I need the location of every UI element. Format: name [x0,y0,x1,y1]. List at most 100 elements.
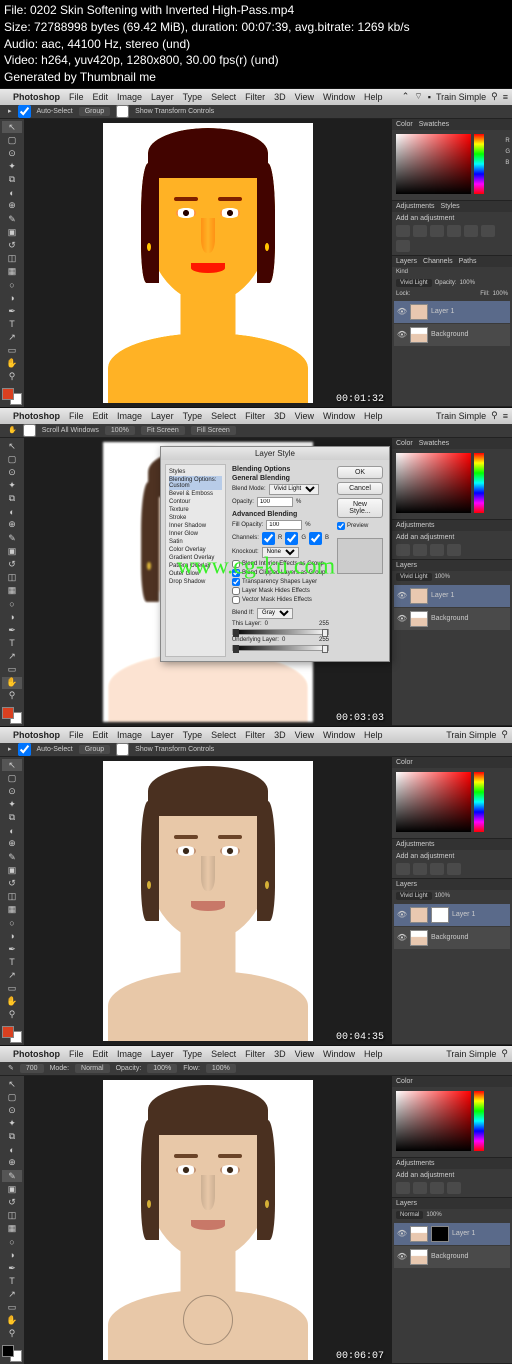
adj-bw-icon[interactable] [396,240,410,252]
opacity-value[interactable]: 100% [435,574,450,580]
gradient-tool[interactable]: ▦ [2,266,22,278]
menu-layer[interactable]: Layer [151,1049,174,1059]
bevel-item[interactable]: Bevel & Emboss [169,490,222,498]
marquee-tool[interactable]: ▢ [2,1091,22,1103]
mode-select[interactable]: Normal [75,1064,110,1073]
crop-tool[interactable]: ⧉ [2,174,22,186]
opacity-value[interactable]: 100% [147,1064,177,1073]
adj-brightness-icon[interactable] [396,225,410,237]
auto-select-check[interactable] [18,105,31,118]
adj-levels-icon[interactable] [413,225,427,237]
adj-icon[interactable] [430,863,444,875]
layer-thumb[interactable] [410,930,428,946]
zoom-tool[interactable]: ⚲ [2,1328,22,1340]
adj-icon[interactable] [413,863,427,875]
knockout-select[interactable]: None [262,547,299,558]
menu-layer[interactable]: Layer [151,730,174,740]
eyedropper-tool[interactable]: ◐ [2,1144,22,1156]
path-tool[interactable]: ↗ [2,1288,22,1300]
hue-slider[interactable] [474,453,484,513]
fill-screen-button[interactable]: Fill Screen [191,426,236,435]
gradient-tool[interactable]: ▦ [2,904,22,916]
eyedropper-tool[interactable]: ◐ [2,825,22,837]
color-swatches[interactable] [2,1026,22,1043]
menu-type[interactable]: Type [183,411,203,421]
menu-icon[interactable]: ≡ [503,92,508,102]
opacity-value[interactable]: 100% [435,893,450,899]
move-tool[interactable]: ↖ [2,1078,22,1090]
pattern-overlay-item[interactable]: Pattern Overlay [169,562,222,570]
tab-swatches[interactable]: Swatches [419,121,449,128]
styles-header[interactable]: Styles [169,468,222,476]
visibility-icon[interactable]: 👁 [397,1229,407,1239]
brush-tool-icon[interactable]: ✎ [8,1064,14,1072]
path-tool[interactable]: ↗ [2,650,22,662]
dodge-tool[interactable]: ◑ [2,1249,22,1261]
stamp-tool[interactable]: ▣ [2,545,22,557]
lasso-tool[interactable]: ⊙ [2,1104,22,1116]
marquee-tool[interactable]: ▢ [2,772,22,784]
new-style-button[interactable]: New Style... [337,498,383,518]
menu-image[interactable]: Image [117,92,142,102]
transparency-shapes-check[interactable] [232,578,240,586]
menu-file[interactable]: File [69,1049,84,1059]
vector-mask-hides-check[interactable] [232,596,240,604]
menu-layer[interactable]: Layer [151,411,174,421]
zoom-100-button[interactable]: 100% [105,426,135,435]
tab-styles[interactable]: Styles [441,203,460,210]
stroke-item[interactable]: Stroke [169,514,222,522]
color-field[interactable] [396,134,471,194]
heal-tool[interactable]: ⊕ [2,200,22,212]
inner-glow-item[interactable]: Inner Glow [169,530,222,538]
layer-row[interactable]: 👁Background [394,1246,510,1268]
type-tool[interactable]: T [2,956,22,968]
menu-view[interactable]: View [295,411,314,421]
path-tool[interactable]: ↗ [2,969,22,981]
brush-tool[interactable]: ✎ [2,1170,22,1182]
tab-layers[interactable]: Layers [396,562,417,569]
wand-tool[interactable]: ✦ [2,798,22,810]
crop-tool[interactable]: ⧉ [2,1131,22,1143]
search-icon[interactable]: ⚲ [491,410,498,421]
layer-thumb[interactable] [410,611,428,627]
this-layer-slider[interactable] [232,629,329,635]
menu-window[interactable]: Window [323,411,355,421]
layer-thumb[interactable] [410,907,428,923]
eyedropper-tool[interactable]: ◐ [2,187,22,199]
preview-check[interactable] [337,522,345,530]
layer-thumb[interactable] [410,327,428,343]
tab-layers[interactable]: Layers [396,1200,417,1207]
hue-slider[interactable] [474,772,484,832]
gradient-tool[interactable]: ▦ [2,1223,22,1235]
canvas[interactable] [103,761,313,1041]
inner-shadow-item[interactable]: Inner Shadow [169,522,222,530]
move-tool-icon[interactable]: ▸ [8,745,12,753]
menu-select[interactable]: Select [211,1049,236,1059]
channel-g-check[interactable] [285,532,298,545]
blur-tool[interactable]: ○ [2,917,22,929]
heal-tool[interactable]: ⊕ [2,519,22,531]
history-brush-tool[interactable]: ↺ [2,558,22,570]
blend-interior-check[interactable] [232,560,240,568]
menu-filter[interactable]: Filter [245,1049,265,1059]
crop-tool[interactable]: ⧉ [2,493,22,505]
shape-tool[interactable]: ▭ [2,1301,22,1313]
brush-tool[interactable]: ✎ [2,851,22,863]
satin-item[interactable]: Satin [169,538,222,546]
lasso-tool[interactable]: ⊙ [2,147,22,159]
lasso-tool[interactable]: ⊙ [2,785,22,797]
gradient-overlay-item[interactable]: Gradient Overlay [169,554,222,562]
brush-size[interactable]: 700 [20,1064,44,1073]
menu-edit[interactable]: Edit [93,92,109,102]
menu-type[interactable]: Type [183,1049,203,1059]
heal-tool[interactable]: ⊕ [2,1157,22,1169]
color-swatches[interactable] [2,1345,22,1362]
hue-slider[interactable] [474,1091,484,1151]
group-dropdown[interactable]: Group [79,107,110,116]
visibility-icon[interactable]: 👁 [397,1252,407,1262]
blend-clipped-check[interactable] [232,569,240,577]
fill-opacity-input[interactable] [266,520,302,530]
blend-mode-select[interactable]: Vivid Light [269,484,319,495]
blend-mode-select[interactable]: Vivid Light [396,279,432,287]
fill-value[interactable]: 100% [493,291,508,297]
